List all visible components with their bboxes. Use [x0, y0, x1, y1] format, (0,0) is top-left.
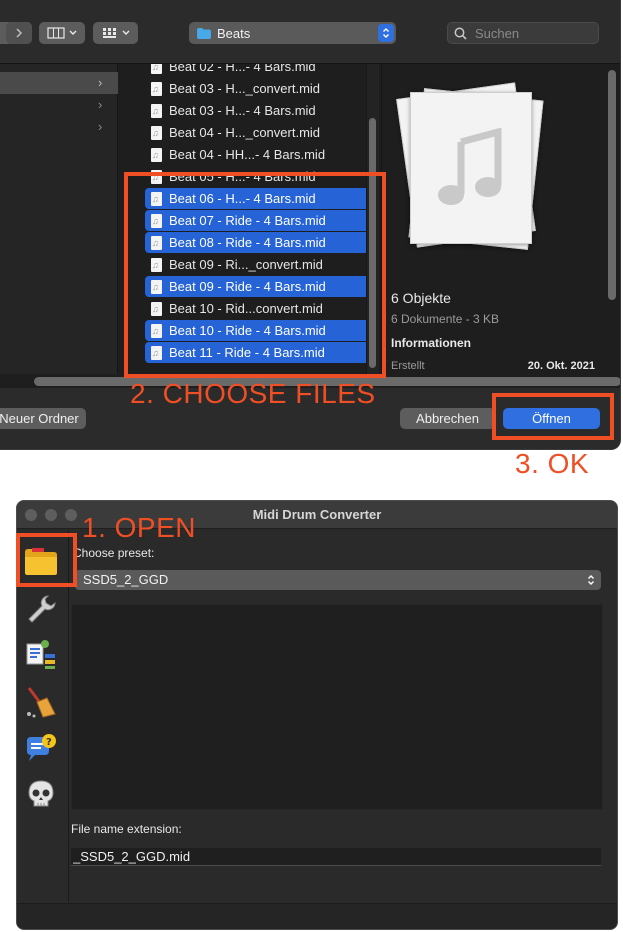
location-label: Beats [217, 25, 251, 41]
help-icon: ? [27, 734, 56, 761]
midi-file-icon [151, 64, 162, 74]
folder-row-selected[interactable]: › [0, 72, 118, 94]
midi-file-icon [151, 125, 162, 140]
choose-files-highlight [124, 172, 386, 378]
converter-window: Midi Drum Converter ? Choose preset: SSD… [16, 500, 618, 930]
file-row[interactable]: Beat 03 - H..._convert.mid [145, 78, 375, 99]
midi-file-icon [151, 147, 162, 162]
chevron-down-icon [122, 30, 129, 35]
music-note-icon [438, 128, 502, 205]
file-name: Beat 02 - H...- 4 Bars.mid [169, 64, 316, 74]
mapping-tool-button[interactable] [21, 634, 61, 674]
view-mode-button[interactable] [39, 22, 85, 44]
extension-label: File name extension: [71, 822, 182, 836]
group-button[interactable] [93, 22, 138, 44]
folder-row[interactable]: › [0, 116, 118, 138]
zoom-window-button[interactable] [65, 509, 77, 521]
preview-scrollbar[interactable] [608, 70, 616, 300]
select-stepper-icon [588, 575, 594, 585]
ok-highlight [492, 393, 614, 440]
file-row[interactable]: Beat 04 - HH...- 4 Bars.mid [145, 144, 375, 165]
midi-file-icon [151, 103, 162, 118]
selection-count: 6 Objekte [391, 290, 451, 306]
skull-icon [28, 780, 54, 807]
svg-text:?: ? [46, 737, 52, 748]
extension-field[interactable] [71, 848, 601, 866]
preview-doc-front [410, 92, 532, 244]
new-folder-button[interactable]: Neuer Ordner [0, 408, 86, 429]
preview-clip [382, 370, 620, 374]
step1-annotation: 1. OPEN [82, 512, 196, 543]
chevron-right-icon [16, 28, 23, 38]
step3-annotation: 3. OK [515, 448, 590, 479]
cancel-button[interactable]: Abbrechen [400, 408, 495, 429]
chevron-right-icon: › [98, 119, 103, 134]
step2-annotation: 2. CHOOSE FILES [130, 378, 376, 409]
danger-tool-button[interactable] [21, 774, 61, 814]
minimize-window-button[interactable] [45, 509, 57, 521]
file-row[interactable]: Beat 04 - H..._convert.mid [145, 122, 375, 143]
settings-tool-button[interactable] [21, 588, 61, 628]
file-name: Beat 03 - H...- 4 Bars.mid [169, 103, 316, 118]
cleanup-tool-button[interactable] [21, 682, 61, 722]
grid-group-icon [102, 28, 116, 38]
forward-button[interactable] [6, 22, 32, 44]
sidebar-column: › › › [0, 64, 118, 374]
search-field[interactable] [447, 22, 599, 44]
broom-icon [27, 687, 56, 718]
file-name: Beat 04 - H..._convert.mid [169, 125, 321, 140]
mapping-icon [26, 640, 55, 669]
help-button[interactable]: ? [21, 728, 61, 768]
close-window-button[interactable] [25, 509, 37, 521]
window-footer [17, 903, 617, 929]
columns-view-icon [47, 27, 65, 39]
new-folder-label: Neuer Ordner [0, 411, 79, 426]
search-icon [454, 27, 467, 40]
dialog-toolbar: Beats [0, 0, 620, 64]
window-title: Midi Drum Converter [252, 507, 382, 522]
file-name: Beat 03 - H..._convert.mid [169, 81, 321, 96]
preset-selected-value: SSD5_2_GGD [83, 572, 169, 587]
converter-main-panel: Choose preset: SSD5_2_GGD File name exte… [69, 530, 617, 902]
preset-select[interactable]: SSD5_2_GGD [75, 570, 601, 590]
wrench-icon [28, 595, 56, 623]
open-highlight [16, 533, 77, 587]
midi-file-icon [151, 81, 162, 96]
location-popup[interactable]: Beats [189, 22, 396, 44]
preview-pane: 6 Objekte 6 Dokumente - 3 KB Information… [381, 64, 620, 374]
file-row[interactable]: Beat 02 - H...- 4 Bars.mid [145, 64, 375, 77]
cancel-label: Abbrechen [416, 411, 479, 426]
chevron-right-icon: › [98, 97, 103, 112]
folder-icon [197, 27, 211, 39]
preset-label: Choose preset: [73, 546, 155, 560]
file-row[interactable]: Beat 03 - H...- 4 Bars.mid [145, 100, 375, 121]
popup-stepper-icon [378, 24, 394, 42]
preset-details-area[interactable] [71, 604, 603, 810]
file-name: Beat 04 - HH...- 4 Bars.mid [169, 147, 326, 162]
selection-summary: 6 Dokumente - 3 KB [391, 312, 500, 326]
chevron-down-icon [69, 30, 77, 35]
search-input[interactable] [473, 24, 593, 42]
info-heading: Informationen [391, 336, 471, 350]
folder-row[interactable]: › [0, 94, 118, 116]
chevron-right-icon: › [98, 75, 103, 90]
